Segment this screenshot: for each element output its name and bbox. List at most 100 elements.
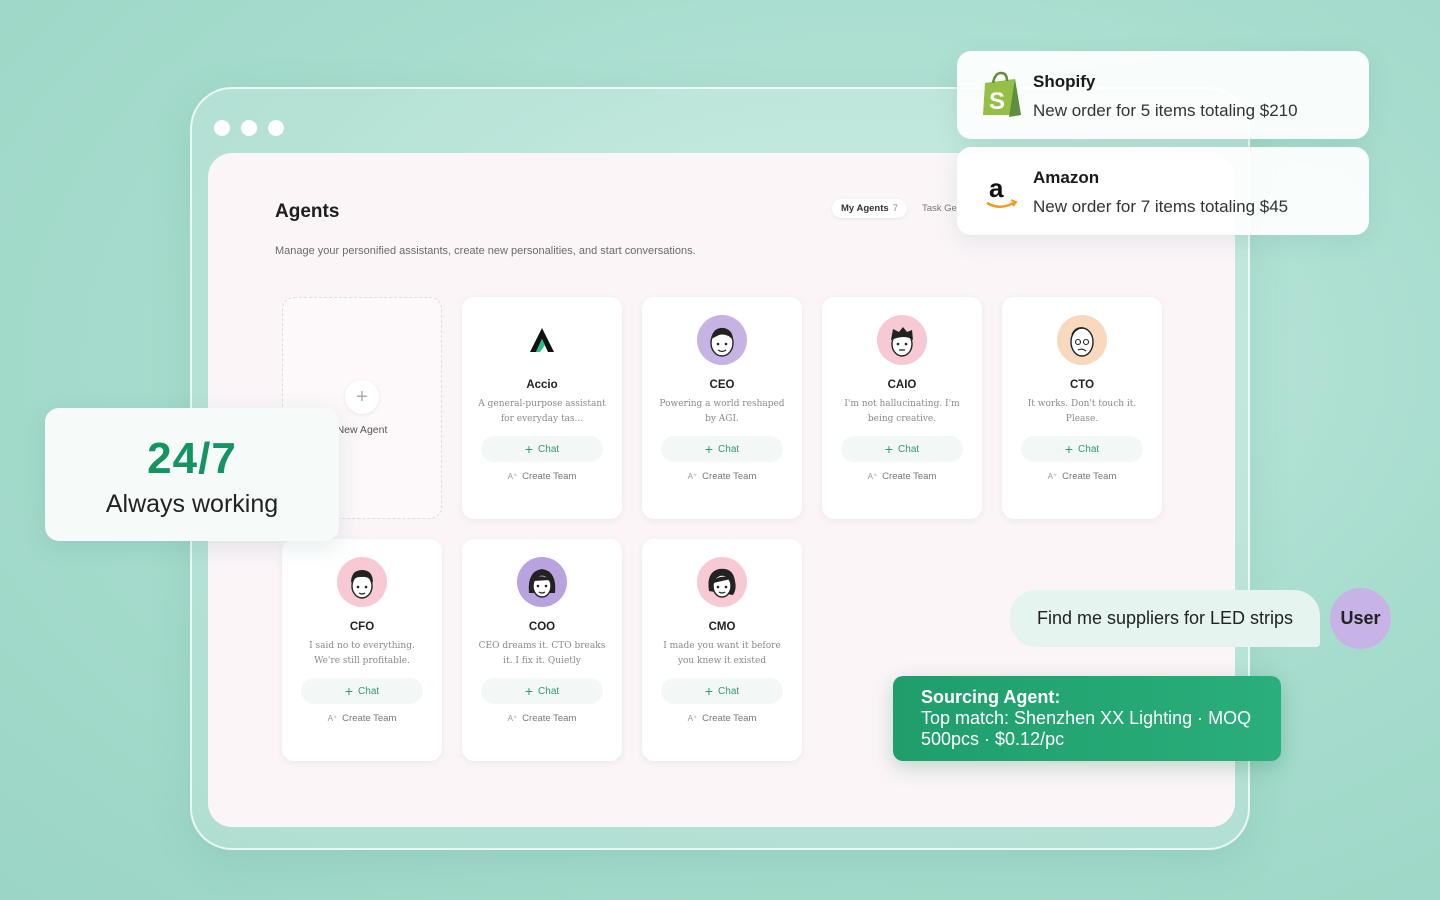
plus-icon[interactable]: +: [345, 380, 379, 414]
team-icon: A⁺: [507, 472, 518, 481]
create-team-button[interactable]: A⁺ Create Team: [1048, 471, 1117, 482]
agent-reply-bubble: Sourcing Agent: Top match: Shenzhen XX L…: [893, 676, 1281, 761]
chat-button[interactable]: + Chat: [661, 436, 783, 462]
agent-description: I'm not hallucinating. I'm being creativ…: [844, 399, 960, 424]
agent-description: I said no to everything. We're still pro…: [309, 641, 415, 666]
amazon-icon: a: [979, 165, 1025, 215]
coo-avatar-icon: [517, 557, 567, 607]
create-team-button[interactable]: A⁺ Create Team: [508, 471, 577, 482]
create-team-button[interactable]: A⁺ Create Team: [868, 471, 937, 482]
team-icon: A⁺: [507, 714, 518, 723]
chat-button[interactable]: + Chat: [481, 436, 603, 462]
svg-text:a: a: [989, 173, 1004, 203]
create-team-label: Create Team: [702, 713, 757, 724]
plus-icon: +: [1064, 441, 1074, 457]
team-icon: A⁺: [687, 714, 698, 723]
chat-label: Chat: [898, 443, 920, 455]
create-team-button[interactable]: A⁺ Create Team: [508, 713, 577, 724]
plus-icon: +: [884, 441, 894, 457]
create-team-button[interactable]: A⁺ Create Team: [688, 713, 757, 724]
notification-title: Shopify: [1033, 72, 1096, 91]
shopify-icon: S: [979, 69, 1025, 119]
notification-body: New order for 7 items totaling $45: [1033, 197, 1289, 216]
team-icon: A⁺: [327, 714, 338, 723]
create-team-label: Create Team: [342, 713, 397, 724]
plus-icon: +: [704, 683, 714, 699]
agent-description: It works. Don't touch it. Please.: [1027, 399, 1137, 424]
tab-my-agents-count: 7: [892, 203, 898, 214]
ceo-avatar-icon: [697, 315, 747, 365]
agent-name: CEO: [709, 379, 735, 391]
agent-description: I made you want it before you knew it ex…: [663, 641, 781, 666]
agent-card-cfo[interactable]: CFO I said no to everything. We're still…: [282, 539, 442, 761]
agent-name: CFO: [349, 621, 375, 633]
create-team-label: Create Team: [522, 713, 577, 724]
team-icon: A⁺: [867, 472, 878, 481]
tab-my-agents-label: My Agents: [841, 203, 889, 214]
window-controls: [214, 120, 284, 136]
create-team-label: Create Team: [522, 471, 577, 482]
agent-description: CEO dreams it. CTO breaks it. I fix it. …: [478, 641, 606, 666]
agent-name: CMO: [708, 621, 736, 633]
chat-button[interactable]: + Chat: [661, 678, 783, 704]
badge-headline: 24/7: [147, 434, 237, 483]
create-team-label: Create Team: [1062, 471, 1117, 482]
notification-body: New order for 5 items totaling $210: [1033, 101, 1298, 120]
agent-tabs: My Agents 7 Task Ge: [832, 199, 966, 218]
agent-card-accio[interactable]: Accio A general-purpose assistant for ev…: [462, 297, 622, 519]
chat-button[interactable]: + Chat: [1021, 436, 1143, 462]
chat-button[interactable]: + Chat: [481, 678, 603, 704]
agent-name: COO: [528, 621, 556, 633]
plus-icon: +: [524, 441, 534, 457]
notification-amazon[interactable]: a Amazon New order for 7 items totaling …: [957, 147, 1369, 235]
agent-name: CAIO: [887, 379, 917, 391]
team-icon: A⁺: [687, 472, 698, 481]
agent-card-cto[interactable]: CTO It works. Don't touch it. Please. + C…: [1002, 297, 1162, 519]
cmo-avatar-icon: [697, 557, 747, 607]
chat-label: Chat: [718, 685, 740, 697]
team-icon: A⁺: [1047, 472, 1058, 481]
notification-title: Amazon: [1033, 168, 1100, 187]
agent-card-caio[interactable]: CAIO I'm not hallucinating. I'm being cr…: [822, 297, 982, 519]
agent-card-ceo[interactable]: CEO Powering a world reshaped by AGI. + C…: [642, 297, 802, 519]
page-title: Agents: [275, 201, 340, 222]
notification-shopify[interactable]: S Shopify New order for 5 items totaling…: [957, 51, 1369, 139]
chat-label: Chat: [538, 685, 560, 697]
agent-reply-title: Sourcing Agent:: [921, 687, 1061, 707]
chat-button[interactable]: + Chat: [841, 436, 963, 462]
window-dot-close[interactable]: [214, 120, 230, 136]
chat-label: Chat: [538, 443, 560, 455]
agent-name: CTO: [1069, 379, 1095, 391]
agent-card-coo[interactable]: COO CEO dreams it. CTO breaks it. I fix …: [462, 539, 622, 761]
chat-label: Chat: [1078, 443, 1100, 455]
window-dot-minimize[interactable]: [241, 120, 257, 136]
svg-text:S: S: [989, 88, 1005, 115]
page-subtitle: Manage your personified assistants, crea…: [275, 245, 696, 257]
chat-label: Chat: [718, 443, 740, 455]
agent-card-cmo[interactable]: CMO I made you want it before you knew i…: [642, 539, 802, 761]
create-team-button[interactable]: A⁺ Create Team: [688, 471, 757, 482]
create-team-button[interactable]: A⁺ Create Team: [328, 713, 397, 724]
tab-my-agents[interactable]: My Agents 7: [832, 199, 907, 218]
always-working-badge: 24/7 Always working: [45, 408, 339, 541]
tab-task-label: Task Ge: [921, 203, 957, 214]
caio-avatar-icon: [877, 315, 927, 365]
cto-avatar-icon: [1057, 315, 1107, 365]
new-agent-label: New Agent: [336, 424, 388, 436]
agent-reply-body: Top match: Shenzhen XX Lighting · MOQ 50…: [921, 708, 1252, 749]
chat-label: Chat: [358, 685, 380, 697]
create-team-label: Create Team: [882, 471, 937, 482]
badge-caption: Always working: [105, 490, 279, 518]
accio-logo-icon: [517, 315, 567, 365]
plus-icon: +: [704, 441, 714, 457]
agent-name: Accio: [526, 379, 558, 391]
agent-description: Powering a world reshaped by AGI.: [659, 399, 785, 424]
cfo-avatar-icon: [337, 557, 387, 607]
plus-icon: +: [524, 683, 534, 699]
create-team-label: Create Team: [702, 471, 757, 482]
agent-description: A general-purpose assistant for everyday…: [478, 399, 606, 424]
user-message-bubble: Find me suppliers for LED strips: [1010, 590, 1320, 647]
plus-icon: +: [344, 683, 354, 699]
window-dot-maximize[interactable]: [268, 120, 284, 136]
chat-button[interactable]: + Chat: [301, 678, 423, 704]
